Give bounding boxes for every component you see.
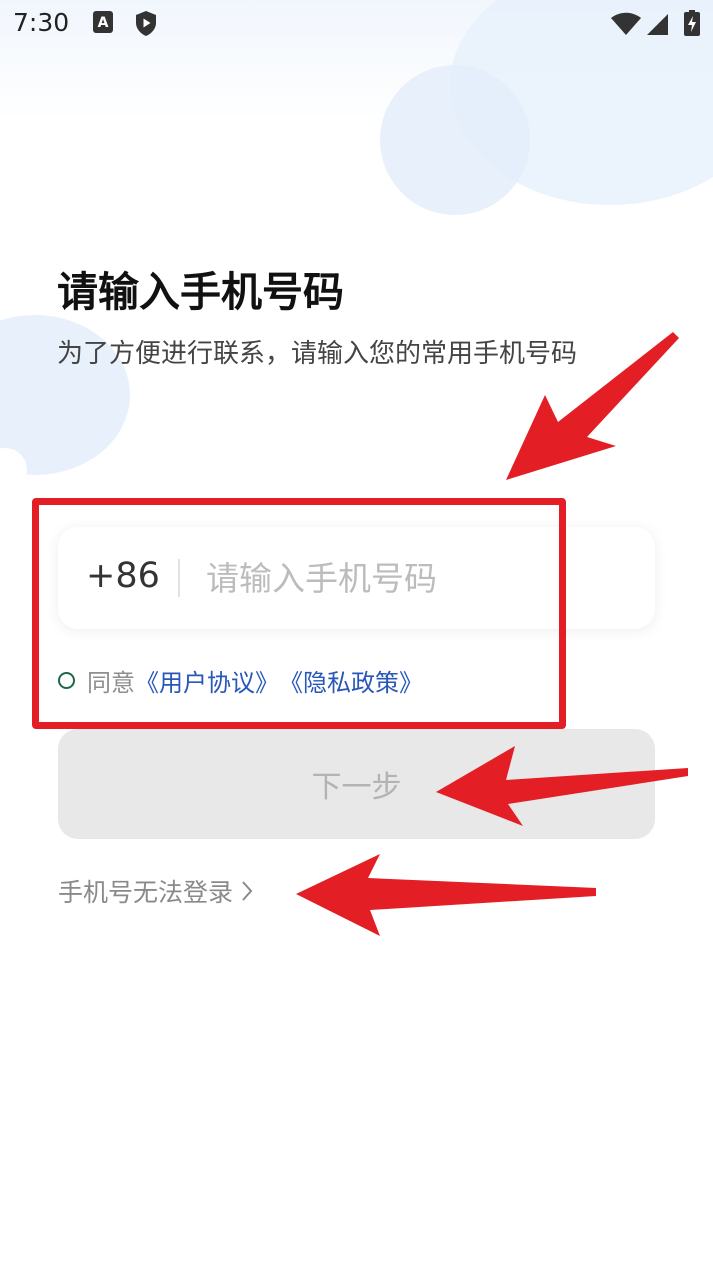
status-bar: 7:30 A bbox=[0, 0, 713, 50]
wifi-icon bbox=[611, 12, 641, 35]
status-time: 7:30 bbox=[13, 8, 70, 37]
agreement-prefix: 同意 bbox=[87, 668, 135, 697]
page-title: 请输入手机号码 bbox=[57, 268, 344, 316]
page-subtitle: 为了方便进行联系，请输入您的常用手机号码 bbox=[57, 339, 578, 369]
annotation-arrow-icon bbox=[296, 854, 596, 936]
signal-icon bbox=[647, 14, 668, 35]
country-code[interactable]: +86 bbox=[86, 556, 160, 596]
country-code-divider bbox=[178, 559, 180, 597]
cannot-login-link[interactable]: 手机号无法登录 bbox=[58, 873, 253, 909]
chevron-right-icon bbox=[242, 881, 253, 901]
agreement-radio[interactable] bbox=[58, 671, 75, 689]
cannot-login-label: 手机号无法登录 bbox=[58, 878, 234, 907]
privacy-policy-link[interactable]: 《隐私政策》 bbox=[279, 663, 423, 698]
a-icon: A bbox=[93, 11, 113, 33]
phone-number-input[interactable] bbox=[206, 549, 626, 607]
phone-input-card: +86 bbox=[58, 527, 655, 629]
svg-text:A: A bbox=[98, 15, 109, 31]
shield-play-icon bbox=[136, 11, 156, 36]
user-agreement-link[interactable]: 《用户协议》 bbox=[135, 663, 279, 698]
next-button[interactable]: 下一步 bbox=[58, 729, 655, 839]
battery-charging-icon bbox=[684, 10, 700, 36]
agreement-row: 同意 《用户协议》 《隐私政策》 bbox=[58, 663, 423, 698]
